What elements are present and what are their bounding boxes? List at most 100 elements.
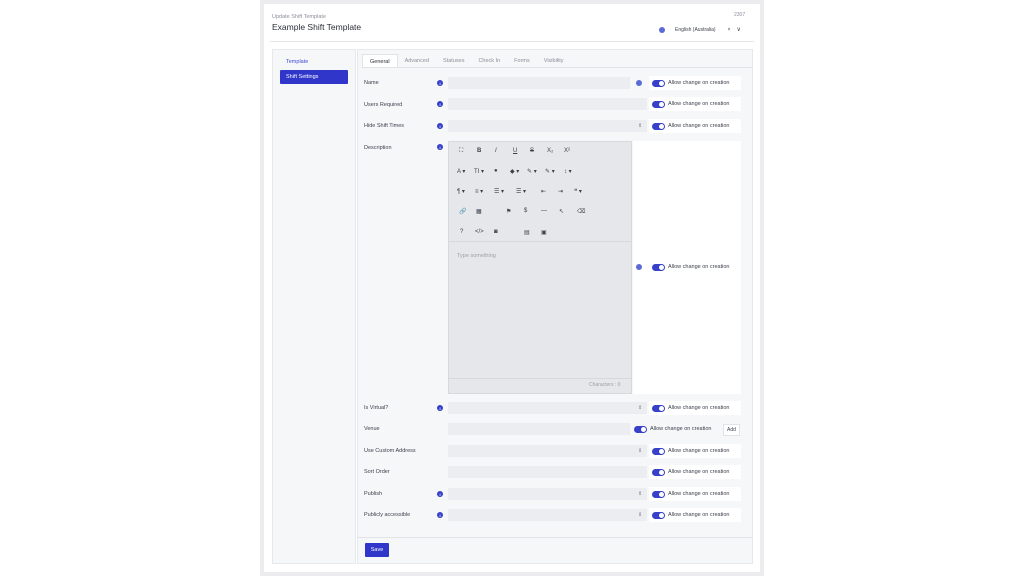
indent-icon[interactable]: ⇥ <box>558 188 563 195</box>
allow-change-label: Allow change on creation <box>650 426 712 432</box>
publicly-accessible-label: Publicly accessible <box>364 512 411 518</box>
publish-select[interactable] <box>448 488 647 500</box>
allow-change-toggle[interactable] <box>652 80 665 87</box>
ink-icon[interactable]: ● <box>494 168 498 174</box>
info-icon[interactable]: i <box>437 491 443 497</box>
tab-underline <box>362 67 752 68</box>
editor-divider <box>449 241 631 242</box>
allow-change-label: Allow change on creation <box>668 469 730 475</box>
tab-advanced[interactable]: Advanced <box>398 54 436 68</box>
rich-text-editor[interactable] <box>448 141 632 394</box>
info-icon[interactable]: i <box>437 405 443 411</box>
tab-bar: General Advanced Statuses Check In Forms… <box>362 54 571 68</box>
allow-change-label: Allow change on creation <box>668 101 730 107</box>
select-arrow-icon: ⇕ <box>638 123 643 129</box>
select-arrow-icon: ⇕ <box>638 448 643 454</box>
outdent-icon[interactable]: ⇤ <box>541 188 546 195</box>
table-icon[interactable]: ▦ <box>476 208 482 215</box>
translate-globe-icon[interactable] <box>636 264 642 270</box>
allow-change-label: Allow change on creation <box>668 491 730 497</box>
pointer-icon[interactable]: ↖ <box>559 208 564 215</box>
flag-icon[interactable]: ⚑ <box>506 208 511 215</box>
info-icon[interactable]: i <box>437 80 443 86</box>
info-icon[interactable]: i <box>437 512 443 518</box>
quote-icon[interactable]: ❝ ▾ <box>574 188 582 195</box>
is-virtual-select[interactable] <box>448 402 647 414</box>
add-venue-button[interactable]: Add <box>723 424 740 436</box>
horizontal-rule-icon[interactable]: — <box>541 208 547 214</box>
tab-visibility[interactable]: Visibility <box>537 54 571 68</box>
brush-icon[interactable]: ✎ ▾ <box>527 168 537 175</box>
document-icon[interactable]: ▤ <box>524 229 530 236</box>
info-icon[interactable]: i <box>437 101 443 107</box>
dollar-icon[interactable]: $ <box>524 208 527 214</box>
camera-icon[interactable]: ◙ <box>494 229 498 235</box>
chevron-down-icon[interactable]: ∨ <box>737 26 741 33</box>
select-arrow-icon: ⇕ <box>638 491 643 497</box>
bold-icon[interactable]: B <box>477 148 481 154</box>
link-icon[interactable]: 🔗 <box>459 208 466 215</box>
info-icon[interactable]: i <box>437 144 443 150</box>
publicly-accessible-select[interactable] <box>448 509 647 521</box>
pen-icon[interactable]: ✎ ▾ <box>545 168 555 175</box>
language-select[interactable]: English (Australia) × ∨ <box>657 24 751 35</box>
select-arrow-icon: ⇕ <box>638 405 643 411</box>
allow-change-toggle[interactable] <box>652 469 665 476</box>
underline-icon[interactable]: U <box>513 148 517 154</box>
tab-forms[interactable]: Forms <box>507 54 537 68</box>
line-height-icon[interactable]: ↕ ▾ <box>564 168 572 175</box>
tab-general[interactable]: General <box>362 54 398 68</box>
allow-change-label: Allow change on creation <box>668 405 730 411</box>
paragraph-icon[interactable]: ¶ ▾ <box>457 188 465 195</box>
font-color-icon[interactable]: A ▾ <box>457 168 465 175</box>
character-count: Characters : 0 <box>589 382 621 388</box>
publish-label: Publish <box>364 491 383 497</box>
ordered-list-icon[interactable]: ☰ ▾ <box>494 188 504 195</box>
venue-input[interactable] <box>448 423 630 435</box>
breadcrumb[interactable]: Update Shift Template <box>272 14 326 20</box>
users-required-input[interactable] <box>448 98 647 110</box>
globe-icon <box>659 26 665 33</box>
use-custom-address-label: Use Custom Address <box>364 448 416 454</box>
allow-change-toggle[interactable] <box>652 405 665 412</box>
tab-statuses[interactable]: Statuses <box>436 54 471 68</box>
allow-change-toggle[interactable] <box>652 491 665 498</box>
allow-change-toggle[interactable] <box>652 264 665 271</box>
allow-change-toggle[interactable] <box>652 101 665 108</box>
fullscreen-icon[interactable]: ⛶ <box>459 148 463 155</box>
unordered-list-icon[interactable]: ☰ ▾ <box>516 188 526 195</box>
sort-order-label: Sort Order <box>364 469 390 475</box>
info-icon[interactable]: i <box>437 123 443 129</box>
use-custom-address-select[interactable] <box>448 445 647 457</box>
help-icon[interactable]: ? <box>460 229 463 235</box>
clear-icon[interactable]: × <box>728 27 731 33</box>
sidebar <box>272 49 356 564</box>
name-input[interactable] <box>448 77 630 89</box>
italic-icon[interactable]: I <box>495 148 497 154</box>
sidebar-item-shift-settings[interactable]: Shift Settings <box>280 70 348 84</box>
hide-shift-times-select[interactable] <box>448 120 647 132</box>
eraser-icon[interactable]: ⌫ <box>577 208 585 215</box>
sidebar-item-template[interactable]: Template <box>280 55 348 69</box>
allow-change-toggle[interactable] <box>634 426 647 433</box>
allow-change-toggle[interactable] <box>652 448 665 455</box>
tab-check-in[interactable]: Check In <box>471 54 507 68</box>
allow-change-label: Allow change on creation <box>668 264 730 270</box>
allow-change-toggle[interactable] <box>652 512 665 519</box>
allow-change-toggle[interactable] <box>652 123 665 130</box>
language-value: English (Australia) <box>675 26 716 33</box>
code-view-icon[interactable]: </> <box>475 229 484 235</box>
superscript-icon[interactable]: X² <box>564 148 570 154</box>
translate-globe-icon[interactable] <box>636 80 642 86</box>
align-icon[interactable]: ≡ ▾ <box>475 188 483 195</box>
paste-icon[interactable]: ▣ <box>541 229 547 236</box>
editor-footer-divider <box>449 378 631 379</box>
footer-divider <box>358 537 752 538</box>
tag-icon[interactable]: ◆ ▾ <box>510 168 519 175</box>
save-button[interactable]: Save <box>365 543 389 557</box>
strikethrough-icon[interactable]: S <box>530 148 534 154</box>
font-size-icon[interactable]: TI ▾ <box>474 168 484 175</box>
page-title: Example Shift Template <box>272 22 362 32</box>
subscript-icon[interactable]: X₂ <box>547 148 553 154</box>
sort-order-input[interactable] <box>448 466 647 478</box>
